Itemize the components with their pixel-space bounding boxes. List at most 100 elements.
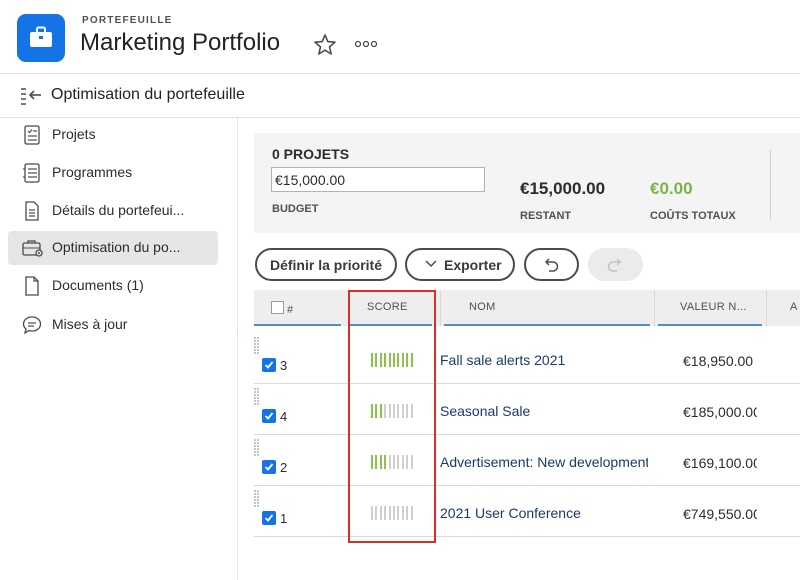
score-meter [371, 506, 415, 520]
sidebar-item-documents[interactable]: Documents (1) [8, 269, 218, 303]
project-count: 0 PROJETS [272, 146, 350, 162]
undo-button[interactable] [524, 248, 579, 281]
net-value: €169,100.00 [683, 455, 757, 471]
sidebar-item-label: Mises à jour [52, 316, 128, 332]
project-name-link[interactable]: Advertisement: New development [440, 454, 648, 470]
project-name-link[interactable]: Fall sale alerts 2021 [440, 352, 648, 368]
budget-input[interactable] [271, 167, 485, 192]
score-tick [393, 353, 395, 367]
briefcase-icon [17, 14, 65, 62]
chevron-down-icon [425, 260, 437, 268]
set-priority-button[interactable]: Définir la priorité [255, 248, 397, 281]
file-icon [25, 276, 39, 296]
row-checkbox[interactable] [262, 409, 276, 423]
object-type-label: PORTEFEUILLE [82, 15, 173, 26]
remaining-label: RESTANT [520, 210, 572, 222]
score-tick [375, 506, 378, 520]
sidebar-item-updates[interactable]: Mises à jour [8, 308, 218, 342]
net-value: €749,550.00 [683, 506, 757, 522]
value-header-label: VALEUR N... [680, 301, 747, 313]
sidebar-item-label: Programmes [52, 164, 133, 180]
sidebar-item-label: Documents (1) [52, 277, 144, 293]
drag-handle-icon[interactable] [254, 486, 260, 510]
total-costs-label: COÛTS TOTAUX [650, 210, 736, 222]
collapse-panel-icon[interactable] [20, 86, 42, 106]
section-header: Optimisation du portefeuille [0, 74, 800, 118]
table-row[interactable]: 2 Advertisement: New development €169,10… [254, 435, 800, 486]
row-checkbox[interactable] [262, 358, 276, 372]
row-checkbox[interactable] [262, 460, 276, 474]
score-tick [393, 404, 395, 418]
select-all-checkbox[interactable] [271, 301, 284, 314]
sidebar: Projets Programmes Détails du portefeui.… [0, 118, 238, 580]
score-tick [397, 455, 400, 469]
column-header-name[interactable]: NOM [444, 290, 654, 326]
column-header-extra[interactable]: A [770, 290, 800, 326]
score-tick [388, 455, 391, 469]
score-tick [384, 404, 387, 418]
sidebar-item-optimisation[interactable]: Optimisation du po... [8, 231, 218, 265]
program-list-icon [23, 163, 40, 183]
name-header-label: NOM [469, 301, 496, 313]
budget-summary-panel: 0 PROJETS BUDGET €15,000.00 RESTANT €0.0… [254, 133, 800, 233]
sidebar-item-projets[interactable]: Projets [8, 118, 218, 152]
score-tick [371, 455, 373, 469]
row-number: 2 [280, 460, 288, 475]
score-tick [388, 506, 391, 520]
total-costs-value: €0.00 [650, 179, 693, 198]
drag-handle-icon[interactable] [254, 333, 260, 357]
redo-button[interactable] [588, 248, 643, 281]
table-row[interactable]: 4 Seasonal Sale €185,000.00 [254, 384, 800, 435]
sidebar-item-label: Détails du portefeui... [52, 202, 185, 218]
score-tick [384, 455, 387, 469]
score-tick [375, 404, 378, 418]
score-tick [410, 506, 413, 520]
document-icon [25, 201, 39, 221]
star-icon[interactable] [312, 32, 338, 58]
score-tick [379, 506, 382, 520]
table-row[interactable]: 1 2021 User Conference €749,550.00 [254, 486, 800, 537]
chat-bubble-icon [22, 316, 42, 335]
score-tick [375, 353, 378, 367]
score-tick [371, 353, 373, 367]
score-tick [371, 404, 373, 418]
column-header-value[interactable]: VALEUR N... [658, 290, 766, 326]
score-tick [371, 506, 373, 520]
budget-label: BUDGET [272, 203, 319, 215]
remaining-value: €15,000.00 [520, 179, 606, 198]
sidebar-item-details[interactable]: Détails du portefeui... [8, 194, 218, 228]
row-number: 3 [280, 358, 288, 373]
row-number: 1 [280, 511, 288, 526]
sidebar-item-label: Projets [52, 126, 96, 142]
score-tick [401, 506, 404, 520]
column-header-select: # [254, 290, 345, 326]
column-header-number: # [287, 304, 294, 316]
score-meter [371, 404, 415, 418]
column-header-score[interactable]: SCORE [350, 290, 436, 326]
portfolio-header: PORTEFEUILLE Marketing Portfolio [0, 0, 800, 74]
score-tick [375, 455, 378, 469]
page-title: Marketing Portfolio [80, 29, 281, 56]
sidebar-item-programmes[interactable]: Programmes [8, 156, 218, 190]
net-value: €18,950.00 [683, 353, 754, 369]
net-value: €185,000.00 [683, 404, 757, 420]
score-tick [384, 506, 387, 520]
project-name-link[interactable]: Seasonal Sale [440, 403, 648, 419]
score-tick [406, 455, 409, 469]
score-tick [397, 353, 400, 367]
drag-handle-icon[interactable] [254, 435, 260, 459]
table-row[interactable]: 3 Fall sale alerts 2021 €18,950.00 [254, 333, 800, 384]
score-tick [406, 506, 409, 520]
sidebar-item-label: Optimisation du po... [52, 239, 181, 255]
drag-handle-icon[interactable] [254, 384, 260, 408]
divider [770, 150, 771, 220]
score-tick [379, 353, 382, 367]
extra-header-label: A [790, 301, 798, 313]
row-checkbox[interactable] [262, 511, 276, 525]
row-number: 4 [280, 409, 288, 424]
more-icon[interactable] [352, 36, 380, 52]
score-tick [393, 455, 395, 469]
project-name-link[interactable]: 2021 User Conference [440, 505, 648, 521]
export-button[interactable]: Exporter [405, 248, 515, 281]
project-checklist-icon [24, 125, 40, 145]
